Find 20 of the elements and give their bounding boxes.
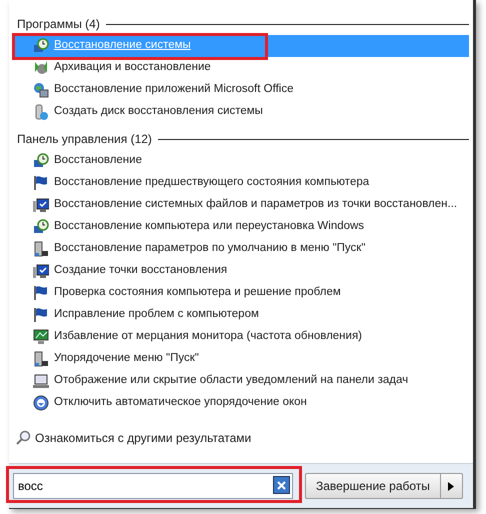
result-item[interactable]: Избавление от мерцания монитора (частота обновления) [13, 326, 469, 348]
result-item[interactable]: Восстановление параметров по умолчанию в меню "Пуск" [13, 238, 469, 260]
result-item[interactable]: Отключить автоматическое упорядочение окон [13, 392, 469, 414]
section-heading: Панель управления (12) [17, 131, 152, 148]
result-item[interactable]: Создать диск восстановления системы [13, 101, 469, 123]
result-item[interactable]: Создание точки восстановления [13, 260, 469, 282]
result-item[interactable]: Отображение или скрытие области уведомлений на панели задач [13, 370, 469, 392]
result-item[interactable]: Исправление проблем с компьютером [13, 304, 469, 326]
result-item[interactable]: Восстановление компьютера или переустановка Windows [13, 216, 469, 238]
shutdown-button[interactable]: Завершение работы [305, 473, 441, 499]
section-heading: Программы (4) [17, 16, 100, 33]
result-item[interactable]: Восстановление предшествующего состояния компьютера [13, 172, 469, 194]
result-item[interactable]: Архивация и восстановление [13, 57, 469, 79]
result-item[interactable]: Восстановление приложений Microsoft Office [13, 79, 469, 101]
more-results-link[interactable]: Ознакомиться с другими результатами [13, 427, 252, 449]
result-item[interactable]: Восстановление системных файлов и параметров из точки восстановлен... [13, 194, 469, 216]
result-item[interactable]: Упорядочение меню "Пуск" [13, 348, 469, 370]
result-item[interactable]: Восстановление [13, 150, 469, 172]
result-item[interactable]: Проверка состояния компьютера и решение проблем [13, 282, 469, 304]
search-field[interactable]: восс [13, 473, 293, 499]
